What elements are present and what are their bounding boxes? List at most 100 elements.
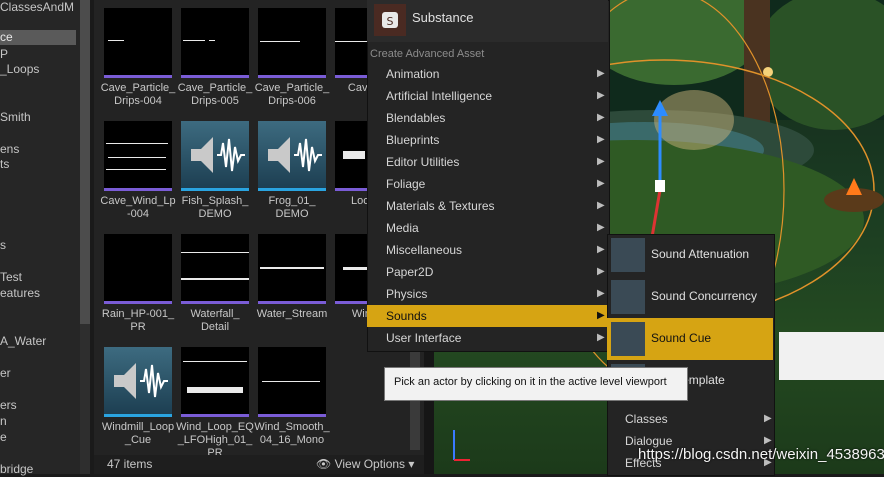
chevron-right-icon: ▶ — [597, 178, 605, 189]
tree-scrollbar-track — [80, 324, 90, 474]
menu-section-heading: Create Advanced Asset — [370, 48, 485, 60]
sound-asset-icon — [611, 280, 645, 314]
chevron-right-icon: ▶ — [597, 244, 605, 255]
tree-folder-item[interactable]: Test — [0, 270, 76, 285]
menu-item-foliage[interactable]: Foliage ▶ — [367, 173, 608, 195]
sound-cue-thumbnail — [104, 347, 172, 417]
tree-folder-item[interactable]: ClassesAndM — [0, 0, 76, 15]
tree-folder-item[interactable]: eatures — [0, 286, 76, 301]
sound-wave-thumbnail — [181, 347, 249, 417]
submenu-group-classes[interactable]: Classes ▶ — [607, 408, 773, 430]
asset-tile-label: Frog_01_ DEMO — [268, 195, 316, 220]
menu-item-label: Miscellaneous — [386, 243, 463, 257]
viewport-overlay-panel — [779, 332, 884, 380]
chevron-right-icon: ▶ — [597, 112, 605, 123]
asset-tile-label: Cave_Wind_Lp -004 — [100, 195, 176, 220]
tree-folder-item[interactable]: ens — [0, 142, 76, 157]
tree-folder-item[interactable]: n — [0, 414, 76, 429]
tree-scrollbar[interactable] — [80, 0, 90, 324]
submenu-item-label: Sound Concurrency — [651, 289, 758, 303]
asset-tile-label: Cave_Particle_ Drips-005 — [177, 82, 253, 107]
submenu-item-sound-attenuation[interactable]: Sound Attenuation — [607, 234, 773, 276]
menu-item-miscellaneous[interactable]: Miscellaneous ▶ — [367, 239, 608, 261]
submenu-item-sound-concurrency[interactable]: Sound Concurrency — [607, 276, 773, 318]
menu-item-label: Blueprints — [386, 133, 440, 147]
substance-icon: S — [374, 4, 406, 36]
menu-item-user-interface[interactable]: User Interface ▶ — [367, 327, 608, 349]
menu-item-animation[interactable]: Animation ▶ — [367, 63, 608, 85]
folder-tree[interactable]: ClassesAndM ce P _Loops Smith ens ts s Test eatur… — [0, 0, 80, 477]
substance-menu-item[interactable]: Substance — [412, 10, 473, 25]
menu-item-label: Sounds — [386, 309, 427, 323]
menu-item-artificial-intelligence[interactable]: Artificial Intelligence ▶ — [367, 85, 608, 107]
menu-item-label: Animation — [386, 67, 440, 81]
menu-item-paper2d[interactable]: Paper2D ▶ — [367, 261, 608, 283]
sound-cue-thumbnail — [181, 121, 249, 191]
menu-item-editor-utilities[interactable]: Editor Utilities ▶ — [367, 151, 608, 173]
menu-item-label: Editor Utilities — [386, 155, 460, 169]
chevron-right-icon: ▶ — [597, 332, 605, 343]
menu-item-label: Physics — [386, 287, 428, 301]
submenu-group-label: Classes — [625, 412, 668, 426]
menu-item-label: Artificial Intelligence — [386, 89, 493, 103]
tree-folder-item[interactable]: Smith — [0, 110, 76, 125]
svg-text:S: S — [387, 15, 394, 28]
sound-cue-thumbnail — [258, 121, 326, 191]
tree-folder-item[interactable]: ts — [0, 157, 76, 172]
menu-item-label: Foliage — [386, 177, 426, 191]
speaker-icon — [114, 363, 168, 399]
submenu-item-sound-cue[interactable]: Sound Cue — [607, 318, 773, 360]
tree-folder-item[interactable]: A_Water — [0, 334, 76, 349]
view-options-button[interactable]: 👁 View Options ▾ — [316, 457, 414, 471]
asset-tile-label: Fish_Splash_ DEMO — [181, 195, 249, 220]
tree-folder-item[interactable]: bridge — [0, 462, 76, 477]
asset-tile-label: Waterfall_ Detail — [190, 308, 240, 333]
tree-folder-item[interactable]: P — [0, 47, 76, 62]
chevron-right-icon: ▶ — [597, 288, 605, 299]
chevron-right-icon: ▶ — [597, 200, 605, 211]
chevron-right-icon: ▶ — [597, 90, 605, 101]
asset-tile-label: Windmill_Loop _Cue — [101, 421, 175, 446]
asset-tile-label: Cave_Particle_ Drips-004 — [100, 82, 176, 107]
tree-folder-item[interactable]: e — [0, 430, 76, 445]
sound-wave-thumbnail — [104, 121, 172, 191]
sound-wave-thumbnail — [258, 8, 326, 78]
chevron-right-icon: ▶ — [764, 413, 772, 424]
tree-folder-item[interactable]: ers — [0, 398, 76, 413]
sound-wave-thumbnail — [258, 347, 326, 417]
eye-icon: 👁 — [316, 457, 332, 471]
tree-folder-item[interactable]: _Loops — [0, 62, 76, 77]
submenu-item-label: Sound Attenuation — [651, 247, 750, 261]
menu-item-label: User Interface — [386, 331, 462, 345]
tree-folder-item[interactable]: er — [0, 366, 76, 381]
menu-item-label: Materials & Textures — [386, 199, 495, 213]
chevron-right-icon: ▶ — [597, 156, 605, 167]
menu-item-media[interactable]: Media ▶ — [367, 217, 608, 239]
sound-wave-thumbnail — [104, 234, 172, 304]
view-options-label: View Options — [334, 457, 406, 471]
menu-item-label: Media — [386, 221, 419, 235]
menu-item-physics[interactable]: Physics ▶ — [367, 283, 608, 305]
asset-tile-label: Water_Stream — [256, 308, 328, 320]
tree-folder-item[interactable]: s — [0, 238, 76, 253]
asset-tile-label: Cave_Particle_ Drips-006 — [254, 82, 330, 107]
sound-wave-thumbnail — [181, 8, 249, 78]
chevron-right-icon: ▶ — [597, 68, 605, 79]
chevron-right-icon: ▶ — [597, 266, 605, 277]
menu-item-blendables[interactable]: Blendables ▶ — [367, 107, 608, 129]
chevron-right-icon: ▶ — [597, 134, 605, 145]
menu-item-label: Blendables — [386, 111, 446, 125]
watermark: https://blog.csdn.net/weixin_45389639 — [638, 446, 884, 463]
asset-tile-label: Wind_Smooth_ 04_16_Mono — [254, 421, 330, 446]
asset-tile-label: Rain_HP-001_ PR — [101, 308, 175, 333]
item-count: 47 items — [107, 457, 153, 471]
menu-item-label: Paper2D — [386, 265, 434, 279]
menu-item-blueprints[interactable]: Blueprints ▶ — [367, 129, 608, 151]
menu-item-materials-textures[interactable]: Materials & Textures ▶ — [367, 195, 608, 217]
submenu-item-label: Sound Cue — [651, 331, 712, 345]
sound-wave-thumbnail — [104, 8, 172, 78]
tree-folder-item[interactable]: ce — [0, 30, 76, 45]
chevron-right-icon: ▶ — [597, 222, 605, 233]
menu-item-sounds[interactable]: Sounds ▶ — [367, 305, 608, 327]
sound-wave-thumbnail — [181, 234, 249, 304]
